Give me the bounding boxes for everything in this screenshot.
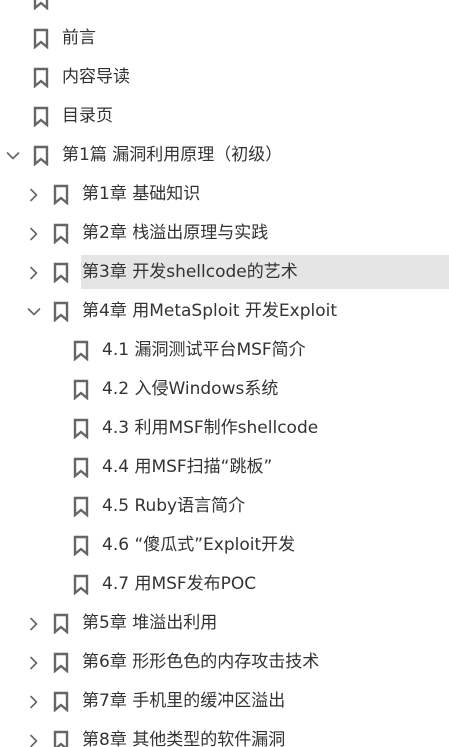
toc-item-label: 4.1 漏洞测试平台MSF简介 [102,340,306,360]
chevron-right-icon[interactable] [27,694,41,709]
toc-item[interactable]: 第1章 基础知识 [0,175,449,214]
toc-item[interactable]: 前言 [0,19,449,58]
toc-item[interactable]: 4.7 用MSF发布POC [0,565,449,604]
toc-item[interactable]: 4.4 用MSF扫描“跳板” [0,448,449,487]
bookmark-icon [73,496,89,518]
chevron-down-icon[interactable] [27,304,41,318]
bookmark-icon [73,535,89,557]
bookmark-icon [53,652,69,674]
bookmark-icon [73,418,89,440]
toc-item[interactable]: 内容导读 [0,58,449,97]
bookmark-icon [73,340,89,362]
toc-item-label: 第7章 手机里的缓冲区溢出 [82,691,286,711]
toc-item-label: 目录页 [62,106,113,126]
toc-item[interactable]: 4.3 利用MSF制作shellcode [0,409,449,448]
bookmark-icon [53,262,69,284]
chevron-right-icon[interactable] [27,733,41,747]
toc-item[interactable]: 目录页 [0,97,449,136]
bookmark-icon [33,145,49,167]
bookmark-icon [53,691,69,713]
toc-item-label: 第2章 栈溢出原理与实践 [82,223,269,243]
toc-item-label: 内容导读 [62,67,130,87]
chevron-right-icon[interactable] [27,265,41,280]
toc-item[interactable] [0,0,449,19]
bookmark-icon [53,223,69,245]
bookmark-icon [73,379,89,401]
toc-item-label: 第1篇 漏洞利用原理（初级） [62,145,283,165]
chevron-right-icon[interactable] [27,187,41,202]
toc-item-label: 第1章 基础知识 [82,184,201,204]
bookmark-icon [73,457,89,479]
toc-item[interactable]: 第5章 堆溢出利用 [0,604,449,643]
toc-item[interactable]: 4.5 Ruby语言简介 [0,487,449,526]
toc-item[interactable]: 第2章 栈溢出原理与实践 [0,214,449,253]
chevron-right-icon[interactable] [27,226,41,241]
chevron-down-icon[interactable] [6,148,20,162]
toc-item-label: 4.6 “傻瓜式”Exploit开发 [102,535,296,555]
toc-item-label: 第5章 堆溢出利用 [82,613,218,633]
toc-item[interactable]: 第7章 手机里的缓冲区溢出 [0,682,449,721]
bookmark-icon [33,0,49,11]
toc-item[interactable]: 第1篇 漏洞利用原理（初级） [0,136,449,175]
toc-item[interactable]: 4.1 漏洞测试平台MSF简介 [0,331,449,370]
chevron-right-icon[interactable] [27,616,41,631]
bookmark-icon [33,28,49,50]
toc-item-label: 4.4 用MSF扫描“跳板” [102,457,273,477]
toc-item[interactable]: 第6章 形形色色的内存攻击技术 [0,643,449,682]
toc-item[interactable]: 第8章 其他类型的软件漏洞 [0,721,449,747]
bookmark-icon [53,730,69,747]
toc-item[interactable]: 第4章 用MetaSploit 开发Exploit [0,292,449,331]
toc-item[interactable]: 第3章 开发shellcode的艺术 [0,253,449,292]
bookmark-icon [53,184,69,206]
toc-item[interactable]: 4.2 入侵Windows系统 [0,370,449,409]
toc-item-label: 4.5 Ruby语言简介 [102,496,246,516]
toc-item-label: 4.2 入侵Windows系统 [102,379,279,399]
toc-item-label: 前言 [62,28,96,48]
toc-item-label: 4.7 用MSF发布POC [102,574,257,594]
toc-tree: 前言内容导读目录页第1篇 漏洞利用原理（初级） 第1章 基础知识第2章 栈溢出原理… [0,0,449,747]
toc-item-label: 第4章 用MetaSploit 开发Exploit [82,301,338,321]
toc-item-label: 4.3 利用MSF制作shellcode [102,418,319,438]
toc-item-label: 第8章 其他类型的软件漏洞 [82,730,286,747]
bookmark-icon [33,106,49,128]
toc-item-label: 第3章 开发shellcode的艺术 [82,262,298,282]
toc-item-label: 第6章 形形色色的内存攻击技术 [82,652,320,672]
chevron-right-icon[interactable] [27,655,41,670]
bookmark-icon [53,613,69,635]
toc-item[interactable]: 4.6 “傻瓜式”Exploit开发 [0,526,449,565]
bookmark-icon [33,67,49,89]
bookmark-icon [53,301,69,323]
bookmark-icon [73,574,89,596]
